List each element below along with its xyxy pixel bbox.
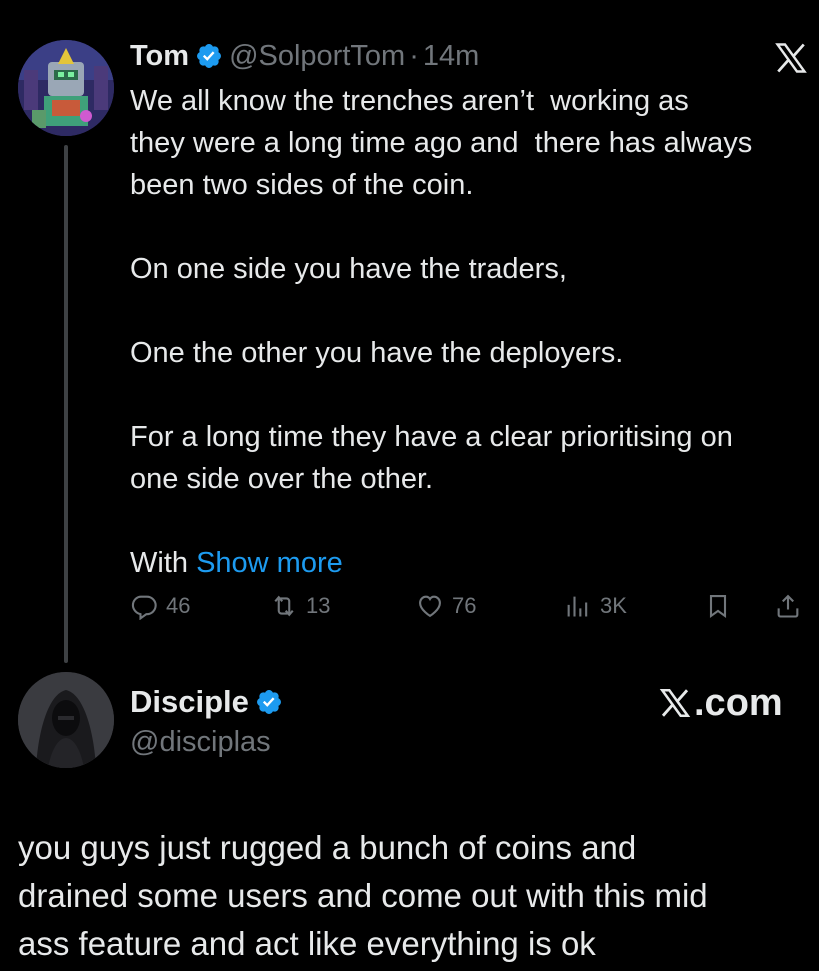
tweet-line: We all know the trenches aren’t working … <box>130 85 689 117</box>
like-button[interactable]: 76 <box>416 586 476 626</box>
reply-button[interactable]: 46 <box>130 586 190 626</box>
like-count: 76 <box>452 593 477 618</box>
views-count: 3K <box>600 593 627 618</box>
tweet-action-bar: 46 13 76 3K <box>130 586 810 626</box>
tweet-truncated-text: With <box>130 547 197 579</box>
views-button[interactable]: 3K <box>564 586 627 626</box>
tweet-line: For a long time they have a clear priori… <box>130 421 733 453</box>
reply-author-name-row: Disciple <box>130 682 289 722</box>
avatar-hooded-figure-image <box>18 672 114 768</box>
thread-connector-line <box>64 145 68 663</box>
reply-body: you guys just rugged a bunch of coins an… <box>18 824 808 968</box>
tweet-line: been two sides of the coin. <box>130 169 474 201</box>
repost-icon <box>274 595 294 617</box>
reply-count: 46 <box>166 593 191 618</box>
show-more-link[interactable]: Show more <box>196 547 343 579</box>
tweet-last-line: With Show more <box>130 542 814 584</box>
reply-author-handle[interactable]: @disciplas <box>130 726 289 759</box>
reply-author-name[interactable]: Disciple <box>130 684 249 720</box>
tweet-line: On one side you have the traders, <box>130 253 567 285</box>
reply-line: ass feature and act like everything is o… <box>18 925 596 962</box>
verified-badge-icon <box>255 688 283 716</box>
views-chart-icon <box>567 596 588 617</box>
reply-line: drained some users and come out with thi… <box>18 877 708 914</box>
author-avatar[interactable] <box>18 40 114 136</box>
tweet-line <box>130 290 814 332</box>
xcom-domain-text: .com <box>694 681 783 724</box>
reply-line: you guys just rugged a bunch of coins an… <box>18 829 637 866</box>
repost-count: 13 <box>306 593 331 618</box>
avatar-robot-image <box>18 40 114 136</box>
x-logo-icon <box>772 40 810 76</box>
author-handle[interactable]: @SolportTom <box>229 40 405 73</box>
heart-icon <box>419 595 441 618</box>
xcom-watermark: .com <box>658 680 783 726</box>
tweet-line: one side over the other. <box>130 463 434 495</box>
reply-header: Disciple @disciplas <box>130 682 289 759</box>
tweet-line <box>130 374 814 416</box>
tweet-line: One the other you have the deployers. <box>130 337 624 369</box>
tweet-line <box>130 206 814 248</box>
share-icon <box>777 594 799 618</box>
repost-button[interactable]: 13 <box>270 586 330 626</box>
tweet-line <box>130 500 814 542</box>
author-name[interactable]: Tom <box>130 40 189 73</box>
x-logo-icon <box>659 688 691 718</box>
reply-icon <box>131 595 157 620</box>
tweet-line: they were a long time ago and there has … <box>130 127 753 159</box>
reply-author-avatar[interactable] <box>18 672 114 768</box>
bookmark-icon <box>709 595 727 618</box>
share-button[interactable] <box>774 586 810 626</box>
header-separator: · <box>409 39 419 72</box>
bookmark-button[interactable] <box>704 586 740 626</box>
tweet-header: Tom @SolportTom · 14m <box>130 36 479 76</box>
verified-badge-icon <box>195 42 223 70</box>
tweet-timestamp[interactable]: 14m <box>423 40 479 73</box>
tweet-body: We all know the trenches aren’t working … <box>130 80 814 584</box>
